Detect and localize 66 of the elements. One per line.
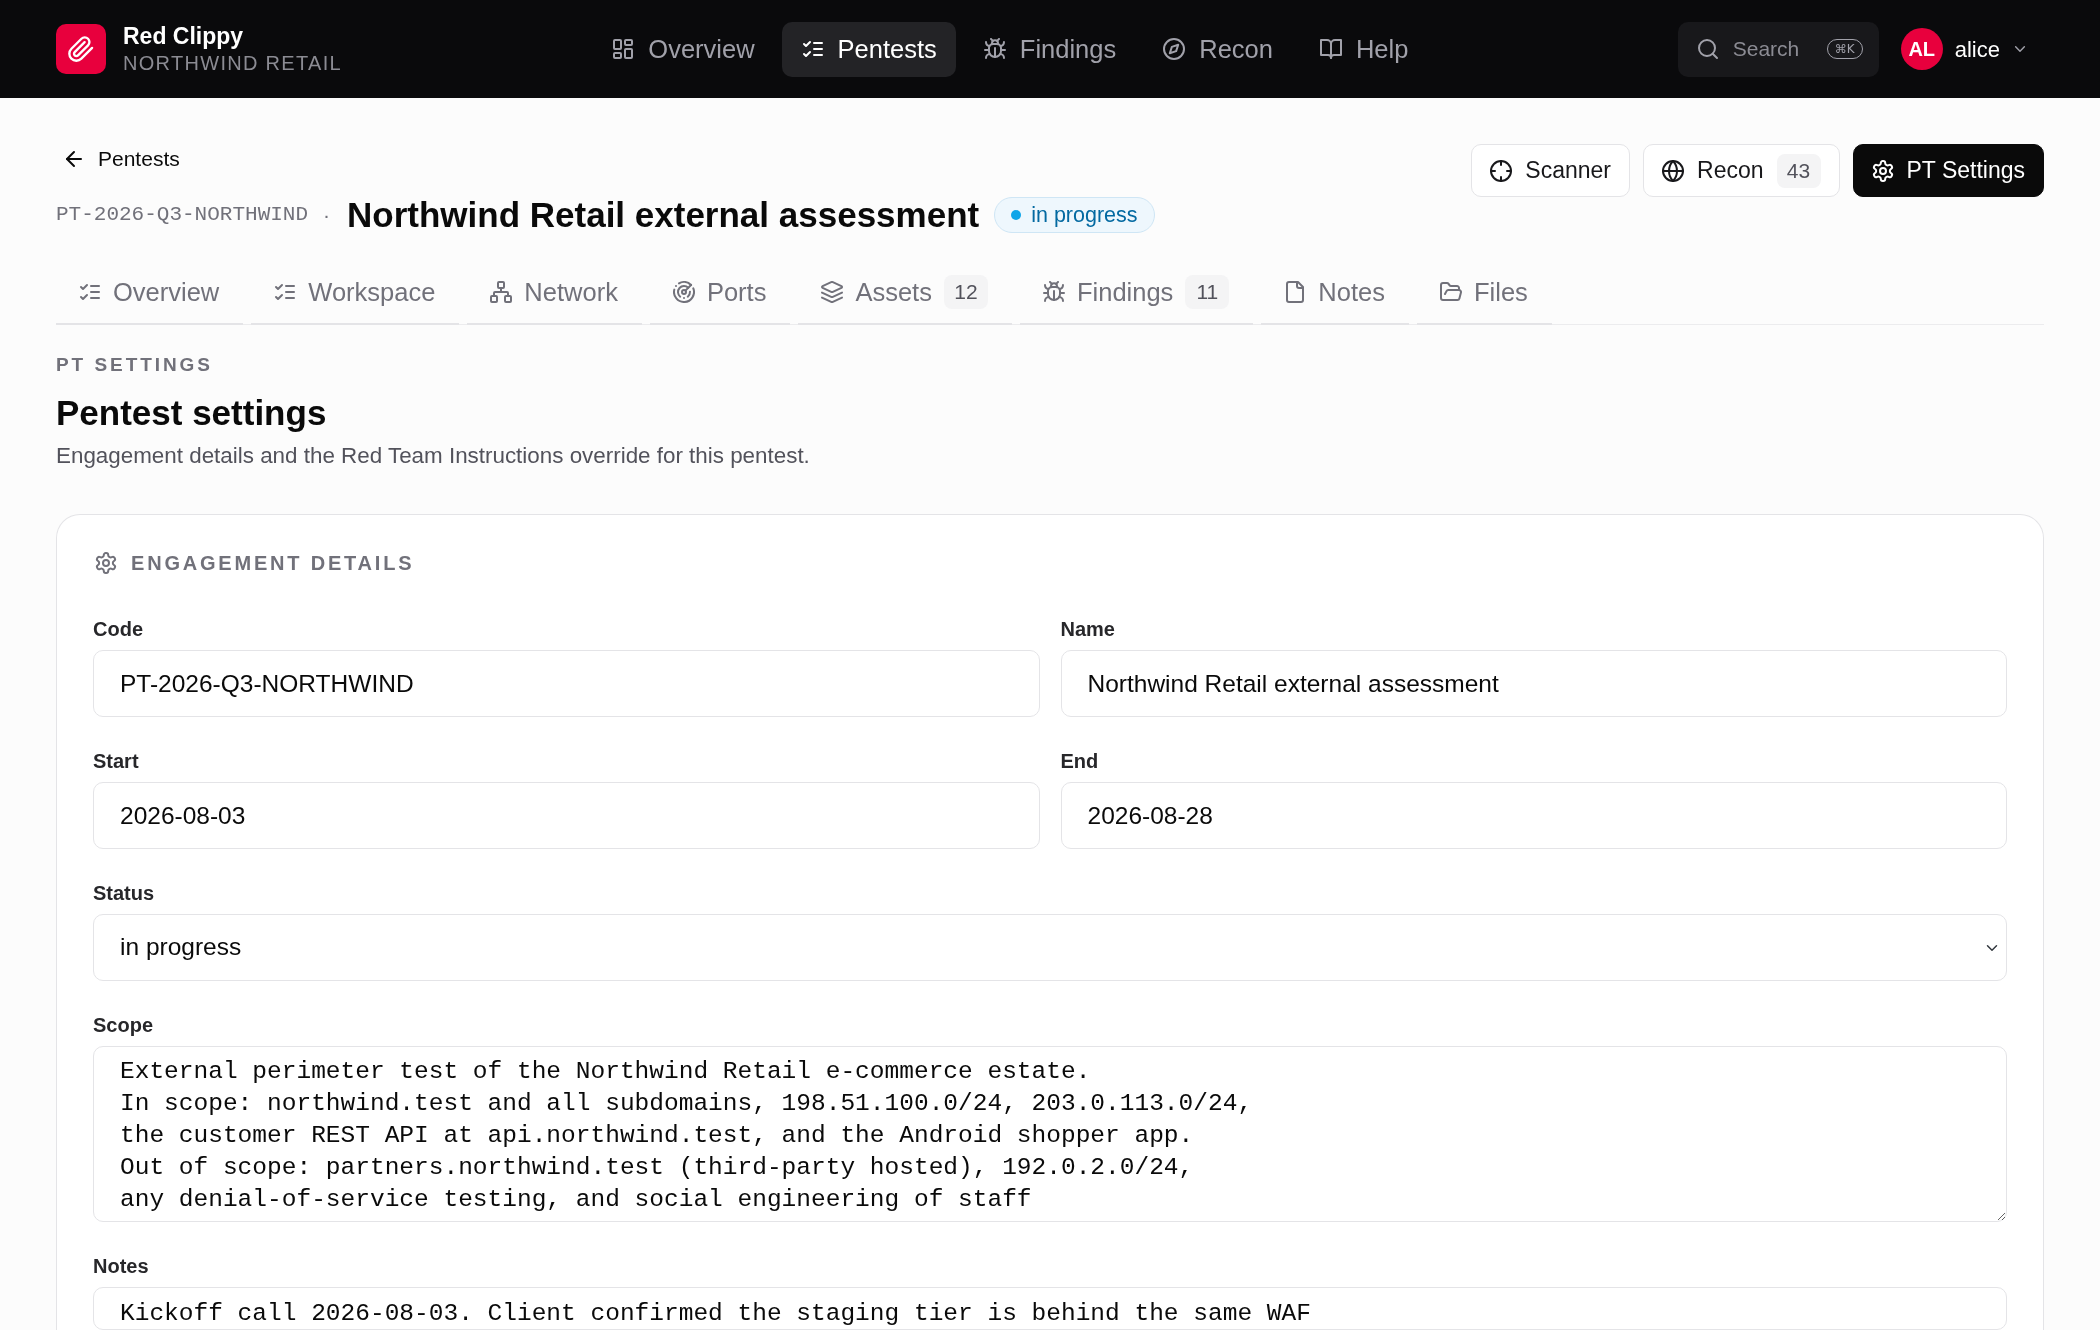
text-input[interactable]: Northwind Retail external assessment xyxy=(1060,650,2007,717)
nav-link[interactable]: Help xyxy=(1299,21,1428,77)
header-button[interactable]: Scanner xyxy=(1471,144,1631,197)
tab[interactable]: Network xyxy=(467,269,642,325)
status-text: in progress xyxy=(1031,201,1138,229)
text-input[interactable]: 2026-08-03 xyxy=(93,782,1040,849)
tab[interactable]: Notes xyxy=(1261,269,1409,325)
bug-icon xyxy=(1042,281,1065,303)
network-icon xyxy=(490,281,513,303)
field-label: Start xyxy=(93,749,140,774)
nav-link[interactable]: Pentests xyxy=(781,21,956,77)
tab[interactable]: Ports xyxy=(649,269,791,325)
status-dot-icon xyxy=(1011,210,1022,220)
tab[interactable]: Assets 12 xyxy=(798,269,1012,325)
header-button[interactable]: Recon 43 xyxy=(1643,144,1840,197)
checklist-icon xyxy=(801,38,824,60)
tab[interactable]: Files xyxy=(1416,269,1552,325)
pentest-code: PT-2026-Q3-NORTHWIND xyxy=(56,202,309,229)
field-label: Status xyxy=(93,881,156,906)
layers-icon xyxy=(821,281,844,303)
section-title: Pentest settings xyxy=(56,392,328,434)
header-button[interactable]: PT Settings xyxy=(1852,144,2044,197)
card-title: ENGAGEMENT DETAILS xyxy=(131,551,415,576)
nav-link[interactable]: Overview xyxy=(592,21,774,77)
field-label: Name xyxy=(1060,617,1116,642)
field-label: Code xyxy=(93,617,144,642)
nav-link[interactable]: Findings xyxy=(963,21,1136,77)
nav-link[interactable]: Recon xyxy=(1143,21,1292,77)
grid-icon xyxy=(612,38,635,60)
checklist-icon xyxy=(79,281,101,303)
back-link[interactable]: Pentests xyxy=(63,144,180,174)
search-icon xyxy=(1696,37,1719,60)
compass-icon xyxy=(1163,38,1186,60)
text-input[interactable]: PT-2026-Q3-NORTHWIND xyxy=(93,650,1040,717)
tab[interactable]: Overview xyxy=(56,269,244,325)
paperclip-icon xyxy=(56,24,106,74)
section-description: Engagement details and the Red Team Instructions override for this pentest. xyxy=(56,442,811,470)
book-icon xyxy=(1319,38,1342,60)
field-label: Notes xyxy=(93,1254,150,1279)
globe-icon xyxy=(1662,159,1685,182)
folder-icon xyxy=(1439,281,1462,303)
brand-subtitle: NORTHWIND RETAIL xyxy=(123,51,342,76)
tab[interactable]: Findings 11 xyxy=(1019,269,1254,325)
checklist-icon xyxy=(274,281,297,303)
dropdown-field[interactable]: in progress xyxy=(93,914,2007,981)
radar-icon xyxy=(672,281,695,303)
settings-icon xyxy=(95,552,117,574)
file-icon xyxy=(1284,281,1307,303)
settings-icon xyxy=(1871,159,1894,182)
field-label: Scope xyxy=(93,1013,155,1038)
separator: · xyxy=(323,202,331,229)
user-avatar: AL xyxy=(1900,28,1943,70)
section-eyebrow: PT SETTINGS xyxy=(56,353,214,377)
user-menu-button[interactable]: AL alice xyxy=(1900,28,2044,70)
text-input[interactable]: 2026-08-28 xyxy=(1060,782,2007,849)
crosshair-icon xyxy=(1490,159,1513,182)
brand-name: Red Clippy xyxy=(123,22,245,50)
count-badge: 11 xyxy=(1185,275,1230,309)
tab[interactable]: Workspace xyxy=(251,269,460,325)
text-area[interactable]: Kickoff call 2026-08-03. Client confirmed the staging tier is behind the same WAF xyxy=(93,1287,2007,1330)
field-label: End xyxy=(1060,749,1100,774)
bug-icon xyxy=(983,38,1006,60)
text-area[interactable]: External perimeter test of the Northwind Retail e-commerce estate. In scope: northwind.test and all subdomains, 198.51.100.0/24, 203.0.113.0/24, the customer REST API at api.northwind.test, and the Android shopper app. Out of scope: partners.northwind.test (third-party hosted), 192.0.2.0/24, any denial-of-service testing, and social engineering of staff xyxy=(93,1046,2007,1222)
count-badge: 12 xyxy=(943,275,988,309)
page-title: Northwind Retail external assessment xyxy=(347,194,980,236)
count-badge: 43 xyxy=(1776,153,1821,188)
